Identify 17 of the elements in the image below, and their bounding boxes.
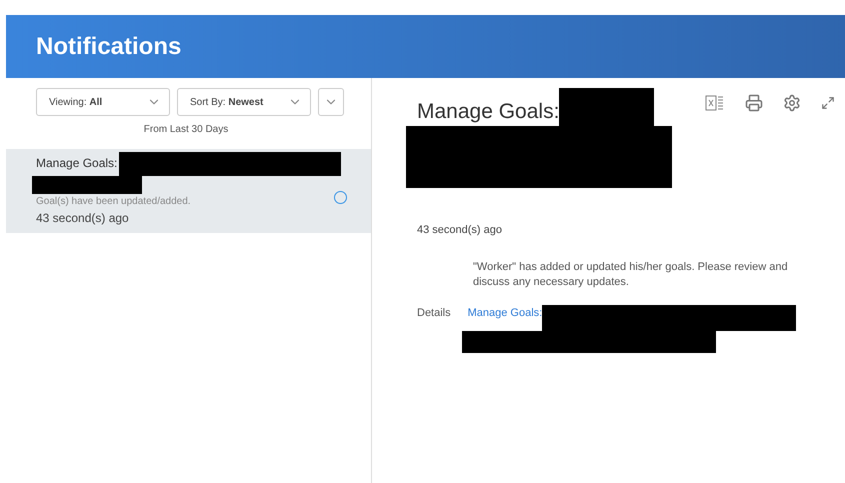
range-note: From Last 30 Days: [142, 124, 230, 135]
detail-time: 43 second(s) ago: [417, 224, 503, 236]
notification-title: Manage Goals:: [36, 156, 118, 170]
spreadsheet-icon[interactable]: [705, 95, 725, 111]
filter-dropdown[interactable]: Sort By: Newest: [177, 88, 311, 116]
notification-time: 43 second(s) ago: [36, 211, 130, 225]
print-icon[interactable]: [745, 94, 763, 112]
details-label: Details: [417, 306, 451, 319]
notification-message: Goal(s) have been updated/added.: [36, 196, 192, 207]
notification-item[interactable]: Manage Goals: Goal(s) have been updated/added. 43 second(s) ago: [6, 149, 371, 233]
detail-title: Manage Goals:: [417, 100, 560, 125]
fullscreen-icon[interactable]: [821, 96, 835, 110]
settings-icon[interactable]: [783, 94, 801, 112]
page-title: Notifications: [36, 32, 182, 60]
details-link[interactable]: Manage Goals:: [468, 306, 542, 331]
detail-message: "Worker" has added or updated his/her goals. Please review and discuss any necessary updates.: [473, 260, 789, 290]
filter-dropdown[interactable]: Viewing: All: [36, 88, 170, 116]
